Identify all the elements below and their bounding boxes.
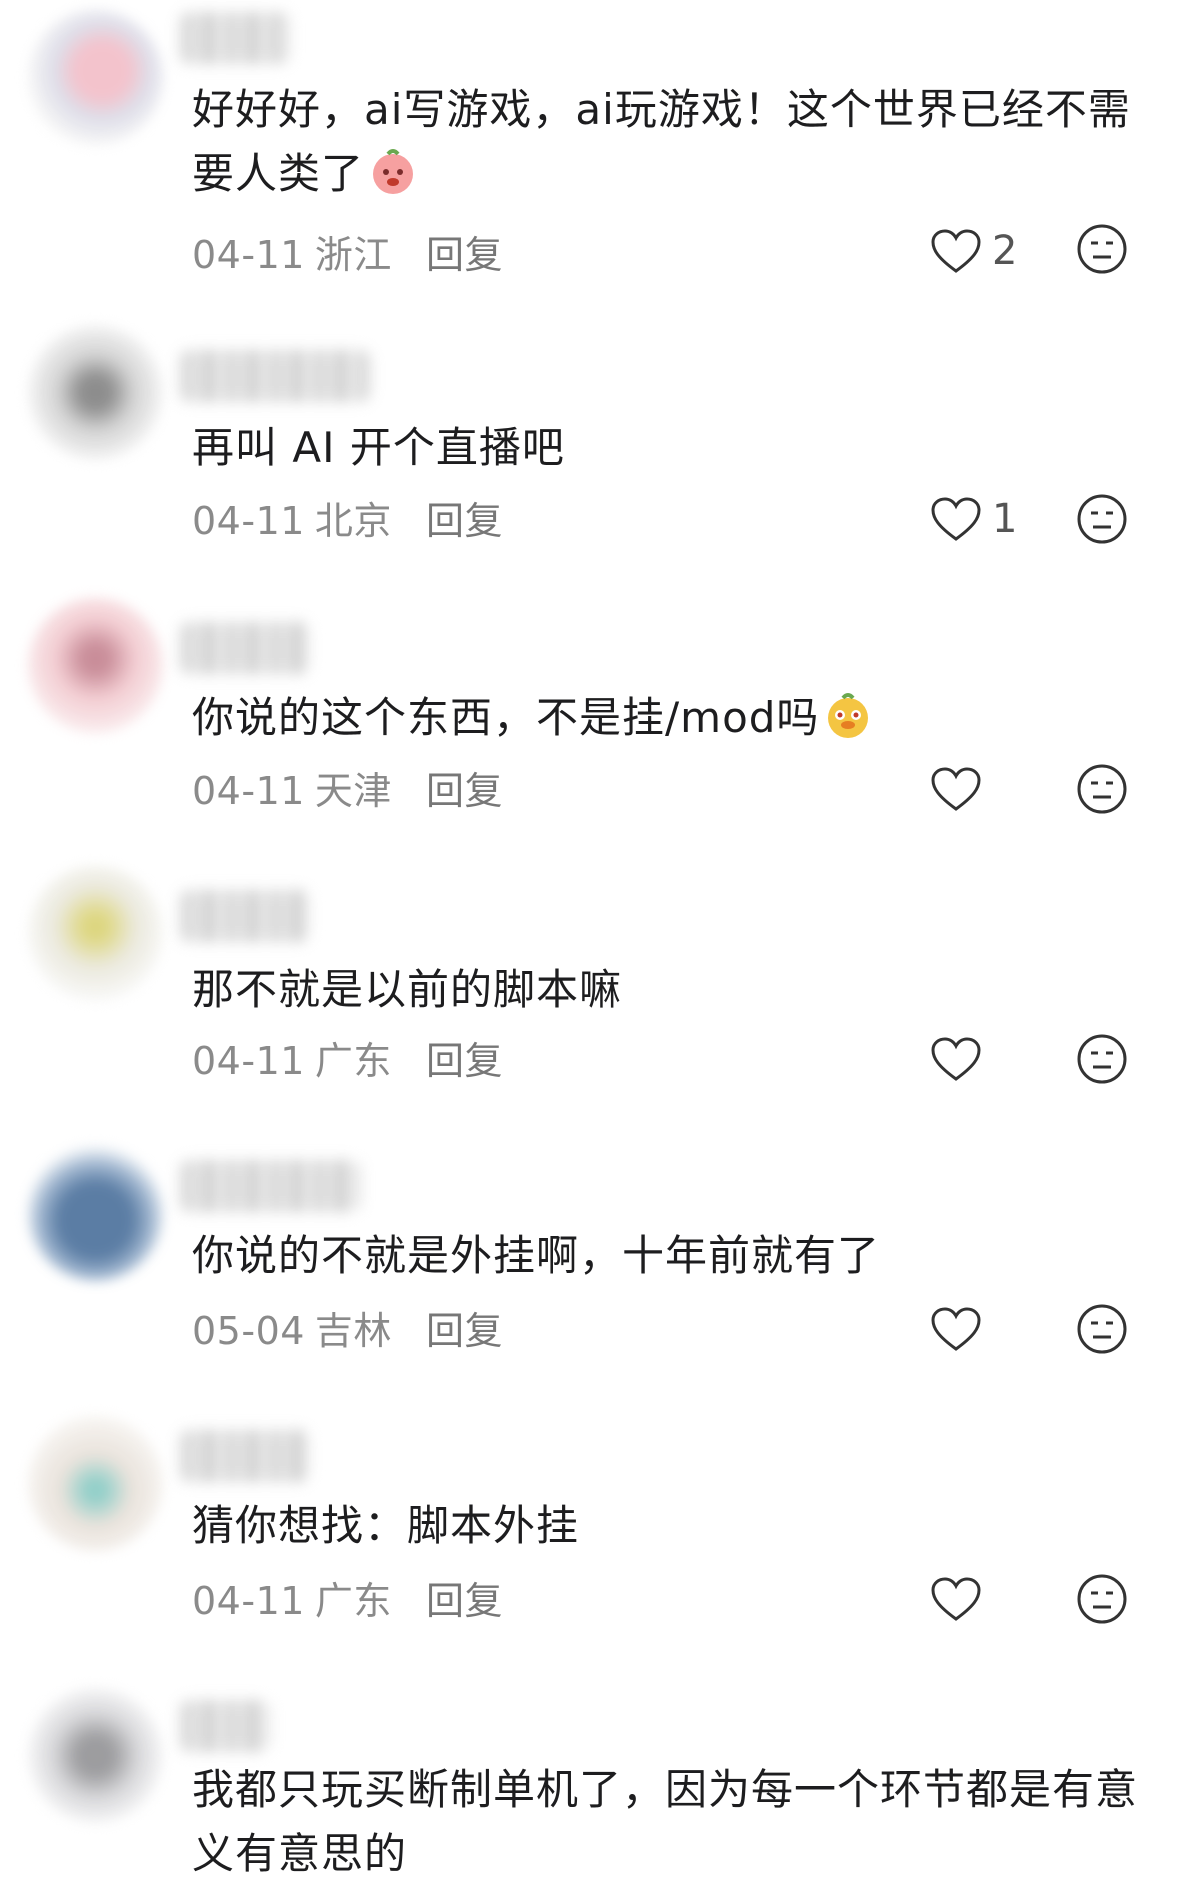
comment-meta: 04-11 天津 回复 [192,760,503,815]
comment-location: 吉林 [314,1309,392,1353]
comment-text: 好好好，ai写游戏，ai玩游戏！这个世界已经不需要人类了 [192,85,1131,198]
heart-icon [931,1577,981,1621]
heart-icon [931,1037,981,1081]
heart-icon [931,497,981,541]
avatar[interactable] [28,325,163,460]
heart-icon [931,1307,981,1351]
avatar[interactable] [28,866,163,1001]
comment-text: 那不就是以前的脚本嘛 [192,965,623,1014]
comment-text: 再叫 AI 开个直播吧 [192,423,565,472]
comment-location: 广东 [314,1579,392,1623]
avatar[interactable] [28,10,163,145]
comment-meta: 04-11 北京 回复 [192,490,503,545]
comment-meta: 04-11 广东 回复 [192,1570,503,1625]
username[interactable] [180,350,370,402]
dislike-face-icon[interactable] [1075,492,1129,546]
username[interactable] [180,12,290,64]
comment-text: 你说的这个东西，不是挂/mod吗 [192,686,1142,750]
comment-location: 北京 [314,499,392,543]
like-button[interactable] [930,1576,992,1622]
avatar[interactable] [28,1416,163,1551]
dislike-face-icon[interactable] [1075,1032,1129,1086]
dislike-face-icon[interactable] [1075,1572,1129,1626]
comment-meta: 05-04 吉林 回复 [192,1300,503,1355]
comment-text: 我都只玩买断制单机了，因为每一个环节都是有意义有意思的 [192,1765,1139,1878]
comment-text: 猜你想找：脚本外挂 [192,1501,580,1550]
like-button[interactable] [930,1036,992,1082]
username[interactable] [180,1160,360,1212]
like-button[interactable]: 1 [930,496,1017,542]
comment-date: 04-11 [192,499,305,543]
like-count: 1 [992,496,1018,542]
comment-date: 04-11 [192,769,305,813]
comment-location: 天津 [314,769,392,813]
reply-button[interactable]: 回复 [426,769,503,813]
like-count: 2 [992,228,1018,274]
avatar[interactable] [28,598,163,733]
comment-meta: 04-11 广东 回复 [192,1030,503,1085]
dislike-face-icon[interactable] [1075,762,1129,816]
reply-button[interactable]: 回复 [426,233,503,277]
comment-date: 05-04 [192,1309,305,1353]
avatar[interactable] [28,1146,163,1281]
reply-button[interactable]: 回复 [426,1579,503,1623]
reply-button[interactable]: 回复 [426,1309,503,1353]
comment-date: 04-11 [192,1579,305,1623]
comment-date: 04-11 [192,233,305,277]
reply-button[interactable]: 回复 [426,499,503,543]
like-button[interactable] [930,1306,992,1352]
like-button[interactable]: 2 [930,228,1017,274]
username[interactable] [180,1700,270,1752]
yellow-dog-emoji-icon [828,693,869,738]
avatar[interactable] [28,1688,163,1823]
pink-blob-emoji-icon [373,149,414,194]
dislike-face-icon[interactable] [1075,222,1129,276]
comment-location: 广东 [314,1039,392,1083]
comment-date: 04-11 [192,1039,305,1083]
dislike-face-icon[interactable] [1075,1302,1129,1356]
comment-text: 你说的不就是外挂啊，十年前就有了 [192,1231,881,1280]
username[interactable] [180,622,310,674]
comment-meta: 04-11 浙江 回复 [192,224,503,279]
comment-location: 浙江 [314,233,392,277]
username[interactable] [180,1430,310,1482]
reply-button[interactable]: 回复 [426,1039,503,1083]
username[interactable] [180,890,310,942]
heart-icon [931,767,981,811]
like-button[interactable] [930,766,992,812]
heart-icon [931,229,981,273]
